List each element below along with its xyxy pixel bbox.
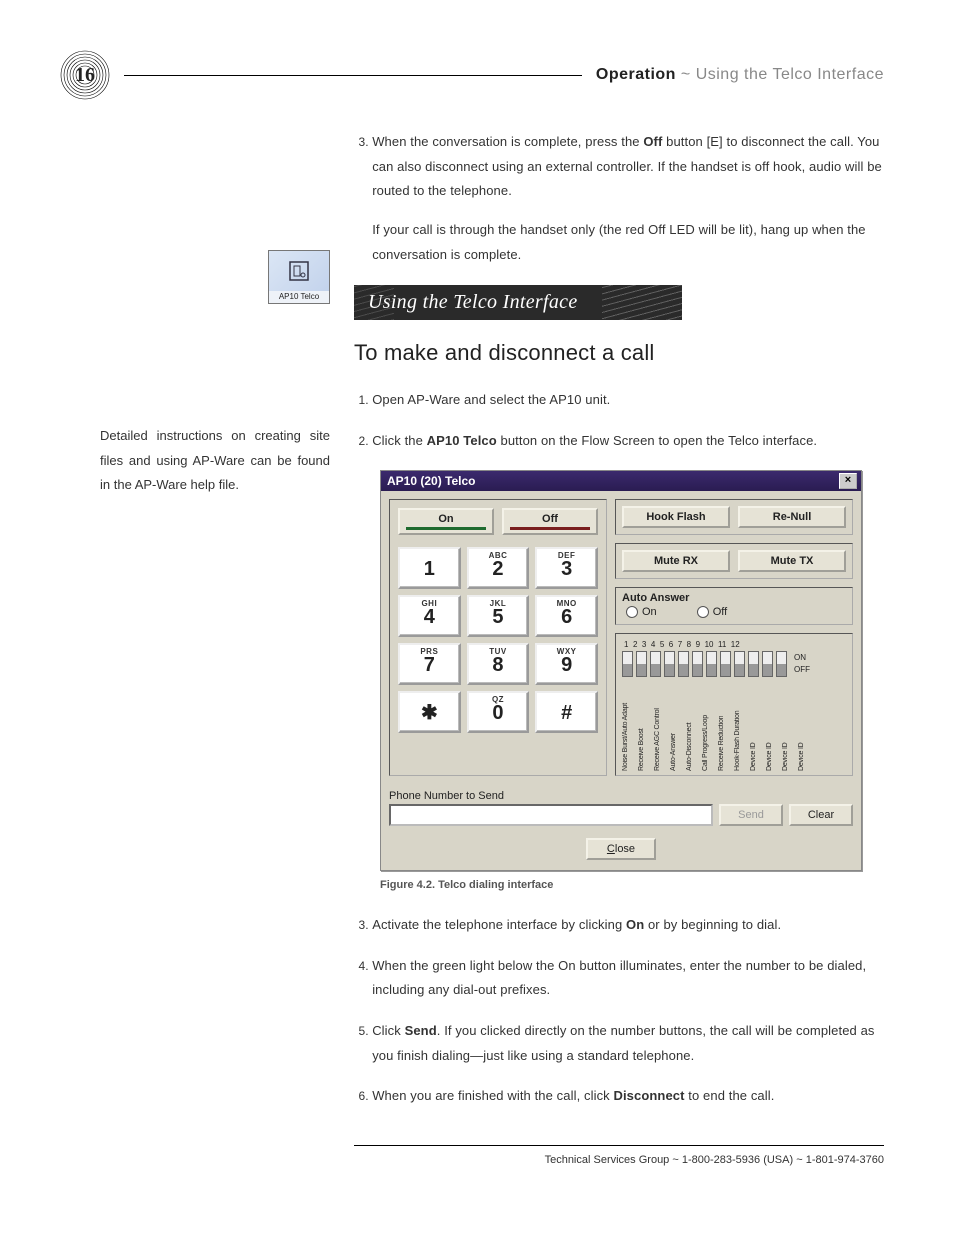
dialog-titlebar: AP10 (20) Telco × xyxy=(381,471,861,491)
key-0[interactable]: QZ0 xyxy=(467,691,530,733)
footer: Technical Services Group ~ 1-800-283-593… xyxy=(354,1154,884,1166)
key-1[interactable]: 1 xyxy=(398,547,461,589)
close-icon[interactable]: × xyxy=(839,473,857,489)
page-header: 16 Operation ~ Using the Telco Interface xyxy=(60,50,884,100)
dip-switch[interactable] xyxy=(776,651,787,677)
step-4: When the green light below the On button… xyxy=(372,954,884,1003)
ap10-telco-icon: AP10 Telco xyxy=(268,250,330,304)
step-5: Click Send. If you clicked directly on t… xyxy=(372,1019,884,1068)
page-number-badge: 16 xyxy=(60,50,110,100)
dip-switch[interactable] xyxy=(706,651,717,677)
sidebar-note: Detailed instructions on creating site f… xyxy=(60,424,330,498)
on-button[interactable]: On xyxy=(398,508,494,535)
clear-button[interactable]: Clear xyxy=(789,804,853,826)
dip-switch[interactable] xyxy=(734,651,745,677)
send-button[interactable]: Send xyxy=(719,804,783,826)
key-3[interactable]: DEF3 xyxy=(535,547,598,589)
hook-flash-button[interactable]: Hook Flash xyxy=(622,506,730,528)
section-banner: Using the Telco Interface xyxy=(354,285,682,320)
telco-dialog: AP10 (20) Telco × On Off 1 ABC2 DEF3 G xyxy=(380,470,862,871)
step-3: When the conversation is complete, press… xyxy=(372,130,884,267)
key-8[interactable]: TUV8 xyxy=(467,643,530,685)
key-4[interactable]: GHI4 xyxy=(398,595,461,637)
off-button[interactable]: Off xyxy=(502,508,598,535)
dip-switch[interactable] xyxy=(622,651,633,677)
dip-switch[interactable] xyxy=(720,651,731,677)
mute-tx-button[interactable]: Mute TX xyxy=(738,550,846,572)
mute-rx-button[interactable]: Mute RX xyxy=(622,550,730,572)
dial-keypad: 1 ABC2 DEF3 GHI4 JKL5 MNO6 PRS7 TUV8 WXY… xyxy=(398,547,598,733)
dip-switch-panel: 123 456 789 101112 xyxy=(615,633,853,776)
close-button[interactable]: Close xyxy=(586,838,656,860)
key-7[interactable]: PRS7 xyxy=(398,643,461,685)
dip-switch[interactable] xyxy=(678,651,689,677)
section-subheading: To make and disconnect a call xyxy=(354,340,884,366)
step-3b: Activate the telephone interface by clic… xyxy=(372,913,884,938)
header-breadcrumb: Operation ~ Using the Telco Interface xyxy=(596,66,884,84)
key-5[interactable]: JKL5 xyxy=(467,595,530,637)
phone-number-label: Phone Number to Send xyxy=(389,790,853,802)
key-hash[interactable]: # xyxy=(535,691,598,733)
re-null-button[interactable]: Re-Null xyxy=(738,506,846,528)
dip-switch[interactable] xyxy=(664,651,675,677)
step-1: Open AP-Ware and select the AP10 unit. xyxy=(372,388,884,413)
figure-caption: Figure 4.2. Telco dialing interface xyxy=(380,879,884,891)
auto-answer-off[interactable]: Off xyxy=(697,606,727,618)
step-2: Click the AP10 Telco button on the Flow … xyxy=(372,429,884,454)
dip-switch[interactable] xyxy=(636,651,647,677)
auto-answer-group: Auto Answer On Off xyxy=(615,587,853,625)
dip-switch[interactable] xyxy=(650,651,661,677)
dip-switch[interactable] xyxy=(762,651,773,677)
auto-answer-on[interactable]: On xyxy=(626,606,657,618)
step-6: When you are finished with the call, cli… xyxy=(372,1084,884,1109)
key-9[interactable]: WXY9 xyxy=(535,643,598,685)
dip-switch[interactable] xyxy=(748,651,759,677)
dip-switch[interactable] xyxy=(692,651,703,677)
key-star[interactable]: ✱ xyxy=(398,691,461,733)
phone-number-input[interactable] xyxy=(389,804,713,826)
key-2[interactable]: ABC2 xyxy=(467,547,530,589)
key-6[interactable]: MNO6 xyxy=(535,595,598,637)
